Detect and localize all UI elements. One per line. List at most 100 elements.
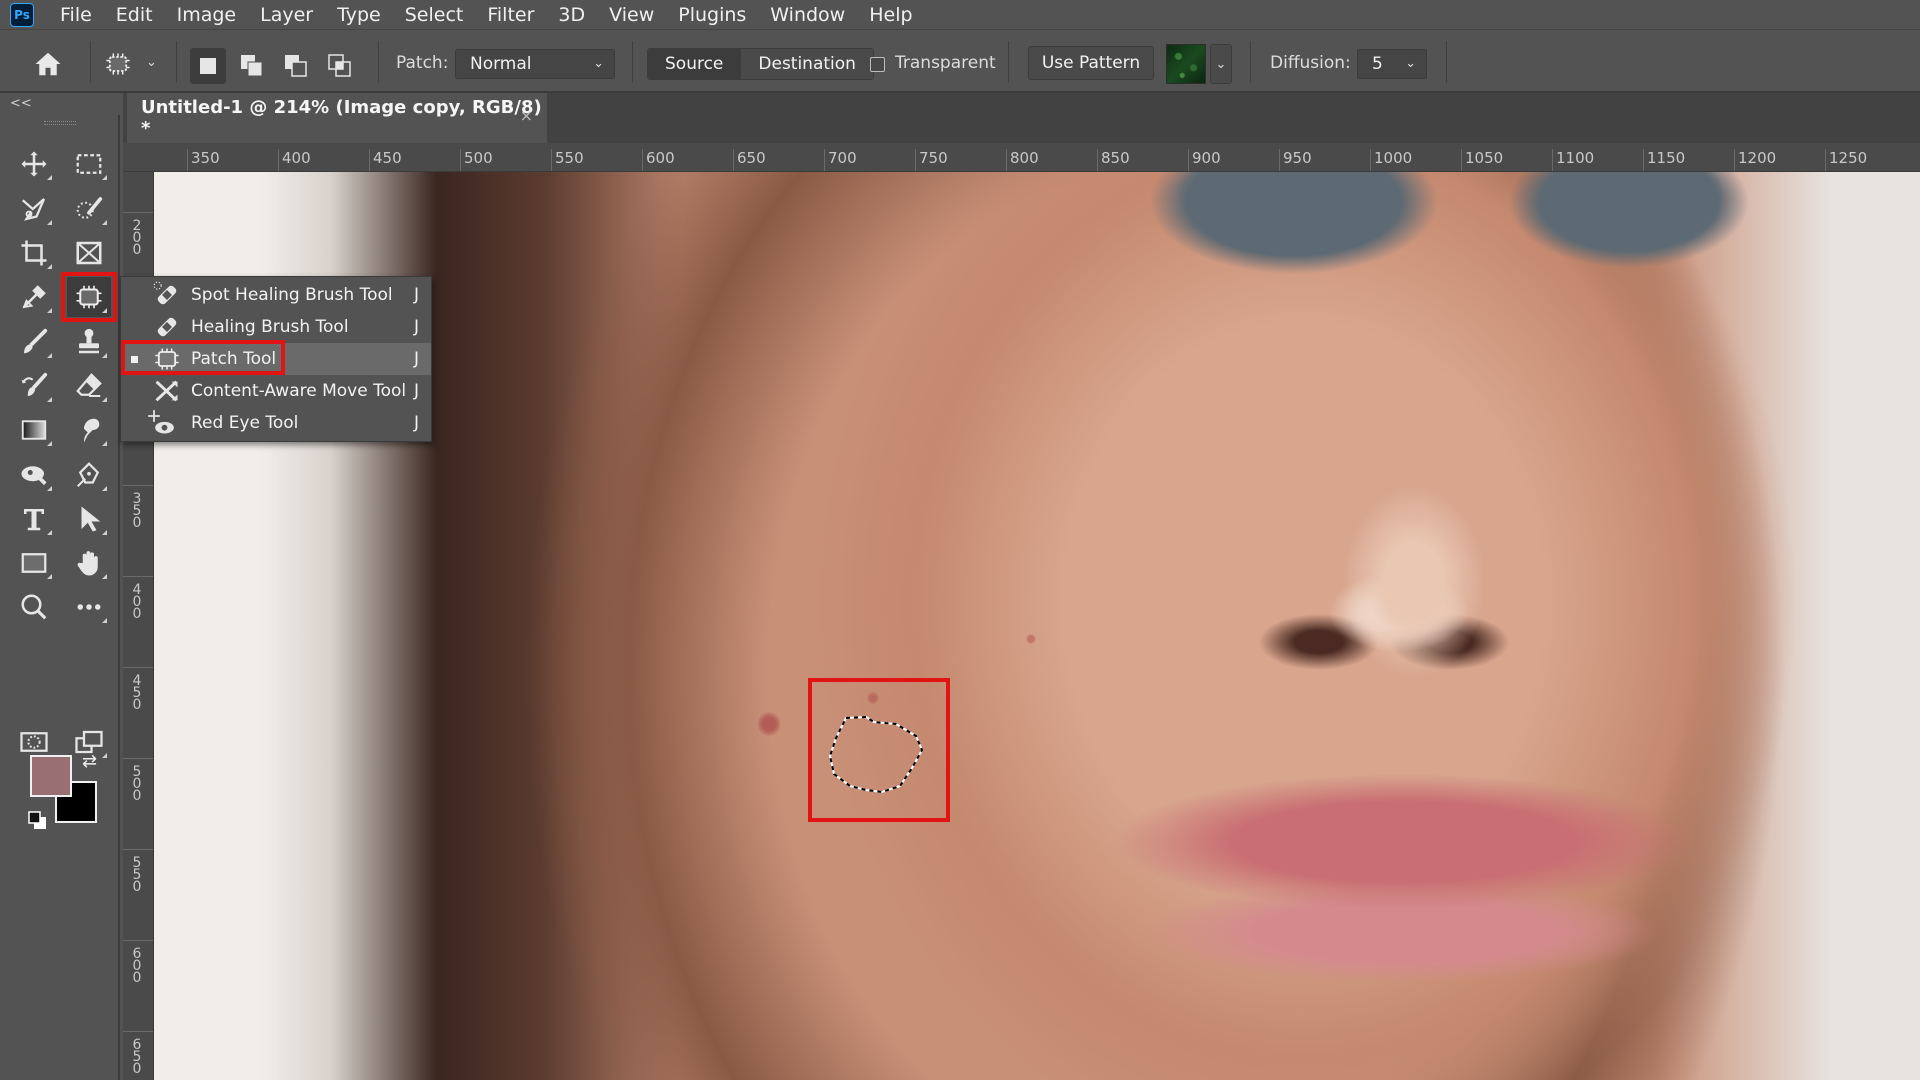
clone-stamp-tool[interactable] bbox=[67, 322, 111, 362]
flyout-item-shortcut: J bbox=[413, 317, 419, 337]
document-tab[interactable]: Untitled-1 @ 214% (Image copy, RGB/8) * … bbox=[127, 93, 547, 143]
flyout-item-label: Red Eye Tool bbox=[191, 413, 299, 433]
flyout-item-healing-brush[interactable]: Healing Brush Tool J bbox=[121, 311, 431, 343]
blemish-spot bbox=[1026, 634, 1036, 644]
brush-tool[interactable] bbox=[12, 322, 56, 362]
patch-icon bbox=[155, 348, 179, 370]
patch-icon bbox=[76, 285, 102, 309]
menu-view[interactable]: View bbox=[597, 4, 666, 26]
menu-select[interactable]: Select bbox=[393, 4, 476, 26]
source-button[interactable]: Source bbox=[648, 49, 741, 79]
flyout-item-label: Patch Tool bbox=[191, 349, 277, 369]
screen-mode-icon bbox=[75, 730, 103, 754]
patch-label: Patch: bbox=[396, 53, 449, 73]
foreground-color-swatch[interactable] bbox=[30, 755, 72, 797]
zoom-tool[interactable] bbox=[12, 587, 56, 627]
move-tool[interactable] bbox=[12, 144, 56, 184]
subtract-from-selection-button[interactable] bbox=[278, 48, 314, 84]
new-selection-icon bbox=[200, 58, 216, 74]
flyout-item-shortcut: J bbox=[413, 285, 419, 305]
horizontal-ruler[interactable]: 350 400 450 500 550 600 650 700 750 800 850 900 950 1… bbox=[125, 143, 1920, 172]
edit-toolbar-button[interactable] bbox=[67, 587, 111, 627]
history-brush-icon bbox=[21, 372, 48, 396]
panel-grip[interactable] bbox=[44, 121, 76, 125]
ruler-tick-label: 350 bbox=[132, 491, 142, 531]
dodge-tool[interactable] bbox=[12, 455, 56, 495]
diffusion-select[interactable]: 5 ⌄ bbox=[1357, 49, 1427, 79]
lasso-tool[interactable] bbox=[12, 189, 56, 229]
gradient-tool[interactable] bbox=[12, 410, 56, 450]
ruler-tick-label: 800 bbox=[1006, 149, 1039, 171]
path-selection-tool[interactable] bbox=[67, 499, 111, 539]
menu-plugins[interactable]: Plugins bbox=[666, 4, 758, 26]
intersect-selection-icon bbox=[328, 54, 351, 77]
quick-selection-tool[interactable] bbox=[67, 189, 111, 229]
chevron-down-icon: ⌄ bbox=[1405, 56, 1416, 71]
eyedropper-tool[interactable] bbox=[12, 277, 56, 317]
new-selection-button[interactable] bbox=[190, 48, 226, 84]
add-to-selection-button[interactable] bbox=[234, 48, 270, 84]
intersect-selection-button[interactable] bbox=[322, 48, 358, 84]
flyout-item-shortcut: J bbox=[413, 381, 419, 401]
ruler-tick-label: 700 bbox=[824, 149, 857, 171]
menu-layer[interactable]: Layer bbox=[248, 4, 325, 26]
frame-tool[interactable] bbox=[67, 233, 111, 273]
collapse-panel-button[interactable]: << bbox=[10, 96, 32, 111]
ruler-tick bbox=[123, 485, 153, 486]
menu-filter[interactable]: Filter bbox=[475, 4, 546, 26]
preset-chevron-icon[interactable]: ⌄ bbox=[146, 55, 157, 70]
transparent-checkbox[interactable] bbox=[870, 57, 885, 72]
ruler-tick-label: 500 bbox=[460, 149, 493, 171]
use-pattern-button[interactable]: Use Pattern bbox=[1028, 46, 1154, 80]
menu-bar: Ps File Edit Image Layer Type Select Fil… bbox=[0, 0, 1920, 30]
patch-tool[interactable] bbox=[67, 277, 111, 317]
flyout-item-content-aware-move[interactable]: Content-Aware Move Tool J bbox=[121, 375, 431, 407]
healing-tools-flyout: Spot Healing Brush Tool J Healing Brush … bbox=[120, 276, 432, 442]
rectangular-marquee-tool[interactable] bbox=[67, 144, 111, 184]
menu-3d[interactable]: 3D bbox=[546, 4, 597, 26]
rectangle-tool[interactable] bbox=[12, 543, 56, 583]
ruler-tick-label: 400 bbox=[278, 149, 311, 171]
smudge-icon bbox=[84, 418, 100, 443]
flyout-item-spot-healing-brush[interactable]: Spot Healing Brush Tool J bbox=[121, 279, 431, 311]
pen-tool[interactable] bbox=[67, 455, 111, 495]
flyout-item-patch[interactable]: Patch Tool J bbox=[121, 343, 431, 375]
menu-edit[interactable]: Edit bbox=[104, 4, 165, 26]
content-aware-move-icon bbox=[155, 380, 178, 402]
screen-mode-button[interactable] bbox=[67, 722, 111, 762]
ruler-tick-label: 450 bbox=[369, 149, 402, 171]
ruler-tick-label: 500 bbox=[132, 764, 142, 804]
menu-window[interactable]: Window bbox=[758, 4, 857, 26]
ruler-tick-label: 1100 bbox=[1552, 149, 1594, 171]
quick-mask-icon bbox=[20, 732, 48, 752]
ruler-tick-label: 650 bbox=[733, 149, 766, 171]
home-button[interactable] bbox=[30, 47, 66, 81]
chevron-down-icon: ⌄ bbox=[593, 56, 604, 71]
tool-preset-picker[interactable] bbox=[100, 47, 136, 81]
lasso-icon bbox=[22, 198, 46, 221]
ruler-tick bbox=[123, 940, 153, 941]
ruler-tick bbox=[123, 667, 153, 668]
patch-mode-select[interactable]: Normal ⌄ bbox=[455, 49, 615, 79]
destination-button[interactable]: Destination bbox=[740, 49, 873, 79]
close-icon[interactable]: × bbox=[520, 106, 533, 125]
menu-file[interactable]: File bbox=[48, 4, 104, 26]
menu-type[interactable]: Type bbox=[325, 4, 393, 26]
smudge-tool[interactable] bbox=[67, 410, 111, 450]
default-colors-icon[interactable] bbox=[28, 811, 48, 831]
menu-image[interactable]: Image bbox=[165, 4, 249, 26]
pattern-swatch[interactable] bbox=[1166, 44, 1206, 84]
pattern-picker-chevron-icon[interactable]: ⌄ bbox=[1210, 44, 1232, 84]
hand-tool[interactable] bbox=[67, 543, 111, 583]
type-tool[interactable] bbox=[12, 499, 56, 539]
eraser-tool[interactable] bbox=[67, 366, 111, 406]
ruler-tick-label: 600 bbox=[642, 149, 675, 171]
menu-help[interactable]: Help bbox=[857, 4, 924, 26]
spot-healing-brush-icon bbox=[153, 281, 177, 305]
dodge-icon bbox=[21, 466, 47, 486]
flyout-item-red-eye[interactable]: Red Eye Tool J bbox=[121, 407, 431, 439]
history-brush-tool[interactable] bbox=[12, 366, 56, 406]
hand-icon bbox=[77, 551, 98, 576]
crop-tool[interactable] bbox=[12, 233, 56, 273]
document-tab-bar: Untitled-1 @ 214% (Image copy, RGB/8) * … bbox=[123, 93, 1920, 143]
